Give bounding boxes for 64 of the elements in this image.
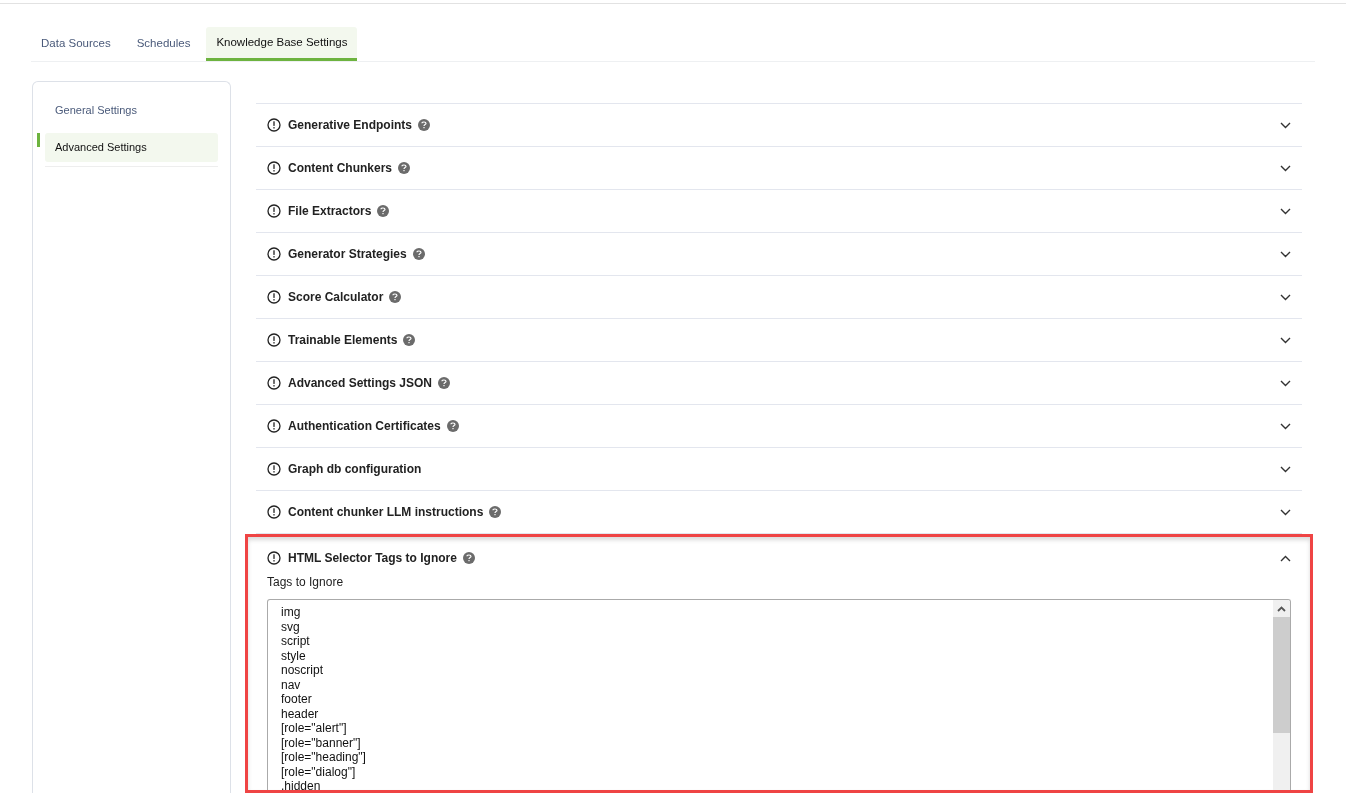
chevron-down-icon[interactable] <box>1280 207 1291 215</box>
section-title: Content chunker LLM instructions <box>288 504 484 521</box>
scroll-up-icon[interactable] <box>1277 605 1286 612</box>
section-header[interactable]: Advanced Settings JSON <box>256 362 1302 404</box>
chevron-up-icon[interactable] <box>1280 554 1291 562</box>
info-icon <box>267 505 281 519</box>
section-header[interactable]: Trainable Elements <box>256 319 1302 361</box>
section-header[interactable]: Content Chunkers <box>256 147 1302 189</box>
info-icon <box>267 376 281 390</box>
info-icon <box>267 290 281 304</box>
chevron-down-icon[interactable] <box>1280 164 1291 172</box>
info-icon <box>267 333 281 347</box>
section-header[interactable]: Authentication Certificates <box>256 405 1302 447</box>
info-icon <box>267 247 281 261</box>
field-label: Tags to Ignore <box>267 574 345 591</box>
section-title: Content Chunkers <box>288 160 392 177</box>
section-header[interactable]: File Extractors <box>256 190 1302 232</box>
section-header[interactable]: Generator Strategies <box>256 233 1302 275</box>
section-title: File Extractors <box>288 203 372 220</box>
chevron-down-icon[interactable] <box>1280 465 1291 473</box>
info-icon <box>267 118 281 132</box>
help-icon[interactable] <box>389 291 402 303</box>
chevron-down-icon[interactable] <box>1280 508 1291 516</box>
section-title: HTML Selector Tags to Ignore <box>288 550 457 567</box>
info-icon <box>267 462 281 476</box>
section-title: Authentication Certificates <box>288 418 441 435</box>
scrollbar[interactable] <box>1273 600 1290 790</box>
chevron-down-icon[interactable] <box>1280 250 1291 258</box>
section-title: Generative Endpoints <box>288 117 413 134</box>
chevron-down-icon[interactable] <box>1280 336 1291 344</box>
help-icon[interactable] <box>377 205 390 217</box>
section-header[interactable]: Generative Endpoints <box>256 104 1302 146</box>
sidebar-item[interactable]: Advanced Settings <box>45 133 218 162</box>
info-icon <box>267 551 281 565</box>
tab[interactable]: Schedules <box>126 27 201 61</box>
info-icon <box>267 419 281 433</box>
section-title: Advanced Settings JSON <box>288 375 433 392</box>
scrollbar-thumb[interactable] <box>1273 617 1290 733</box>
chevron-down-icon[interactable] <box>1280 422 1291 430</box>
section-header[interactable]: Graph db configuration <box>256 448 1302 490</box>
section-title: Score Calculator <box>288 289 384 306</box>
help-icon[interactable] <box>418 119 431 131</box>
help-icon[interactable] <box>446 420 459 432</box>
section-header[interactable]: Score Calculator <box>256 276 1302 318</box>
tab[interactable]: Data Sources <box>31 27 121 61</box>
help-icon[interactable] <box>438 377 451 389</box>
help-icon[interactable] <box>462 552 475 564</box>
chevron-down-icon[interactable] <box>1280 121 1291 129</box>
sidebar-item[interactable]: General Settings <box>45 96 218 125</box>
help-icon[interactable] <box>412 248 425 260</box>
tab[interactable]: Knowledge Base Settings <box>206 27 358 61</box>
section-header[interactable]: Content chunker LLM instructions <box>256 491 1302 533</box>
tags-field[interactable]: img svg script style noscript nav footer header [role="alert"] [role="banner"] [role="heading"] [role="dialog"] .hidden <box>267 599 1291 790</box>
chevron-down-icon[interactable] <box>1280 293 1291 301</box>
section-title: Generator Strategies <box>288 246 407 263</box>
info-icon <box>267 161 281 175</box>
help-icon[interactable] <box>403 334 416 346</box>
info-icon <box>267 204 281 218</box>
section-title: Trainable Elements <box>288 332 398 349</box>
chevron-down-icon[interactable] <box>1280 379 1291 387</box>
section-title: Graph db configuration <box>288 461 422 478</box>
help-icon[interactable] <box>489 506 502 518</box>
tags-text: img svg script style noscript nav footer header [role="alert"] [role="banner"] [role="heading"] [role="dialog"] .hidden <box>280 604 367 790</box>
help-icon[interactable] <box>398 162 410 174</box>
